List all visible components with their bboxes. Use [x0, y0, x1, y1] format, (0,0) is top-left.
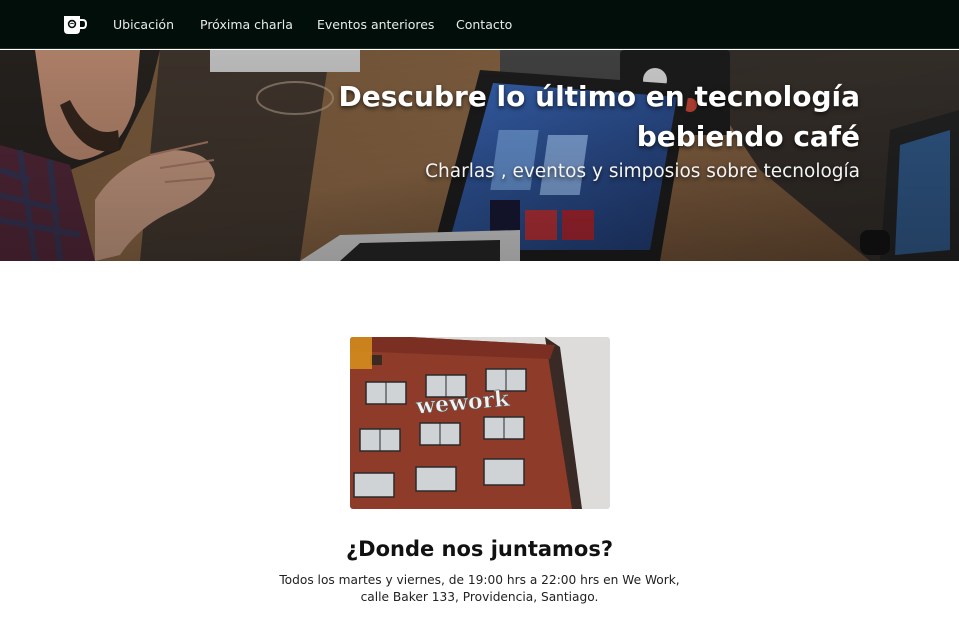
hero-title: Descubre lo último en tecnología bebiend…: [260, 77, 860, 157]
nav-link-ubicacion[interactable]: Ubicación: [113, 17, 174, 32]
location-line1: Todos los martes y viernes, de 19:00 hrs…: [279, 573, 680, 587]
location-heading: ¿Donde nos juntamos?: [345, 537, 614, 561]
hero-title-line1: Descubre lo último en tecnología: [338, 80, 860, 113]
coffee-mug-icon[interactable]: [62, 13, 88, 37]
wework-building-photo: wework: [350, 337, 610, 509]
nav-link-proxima-charla[interactable]: Próxima charla: [200, 17, 293, 32]
hero-title-line2: bebiendo café: [636, 120, 860, 153]
location-line2: calle Baker 133, Providencia, Santiago.: [360, 590, 599, 604]
hero-subtitle: Charlas , eventos y simposios sobre tecn…: [425, 161, 860, 182]
navbar: Ubicación Próxima charla Eventos anterio…: [0, 0, 959, 49]
location-description: Todos los martes y viernes, de 19:00 hrs…: [254, 572, 705, 606]
hero-banner: Descubre lo último en tecnología bebiend…: [0, 50, 959, 261]
nav-link-contacto[interactable]: Contacto: [456, 17, 512, 32]
nav-link-eventos-anteriores[interactable]: Eventos anteriores: [317, 17, 434, 32]
